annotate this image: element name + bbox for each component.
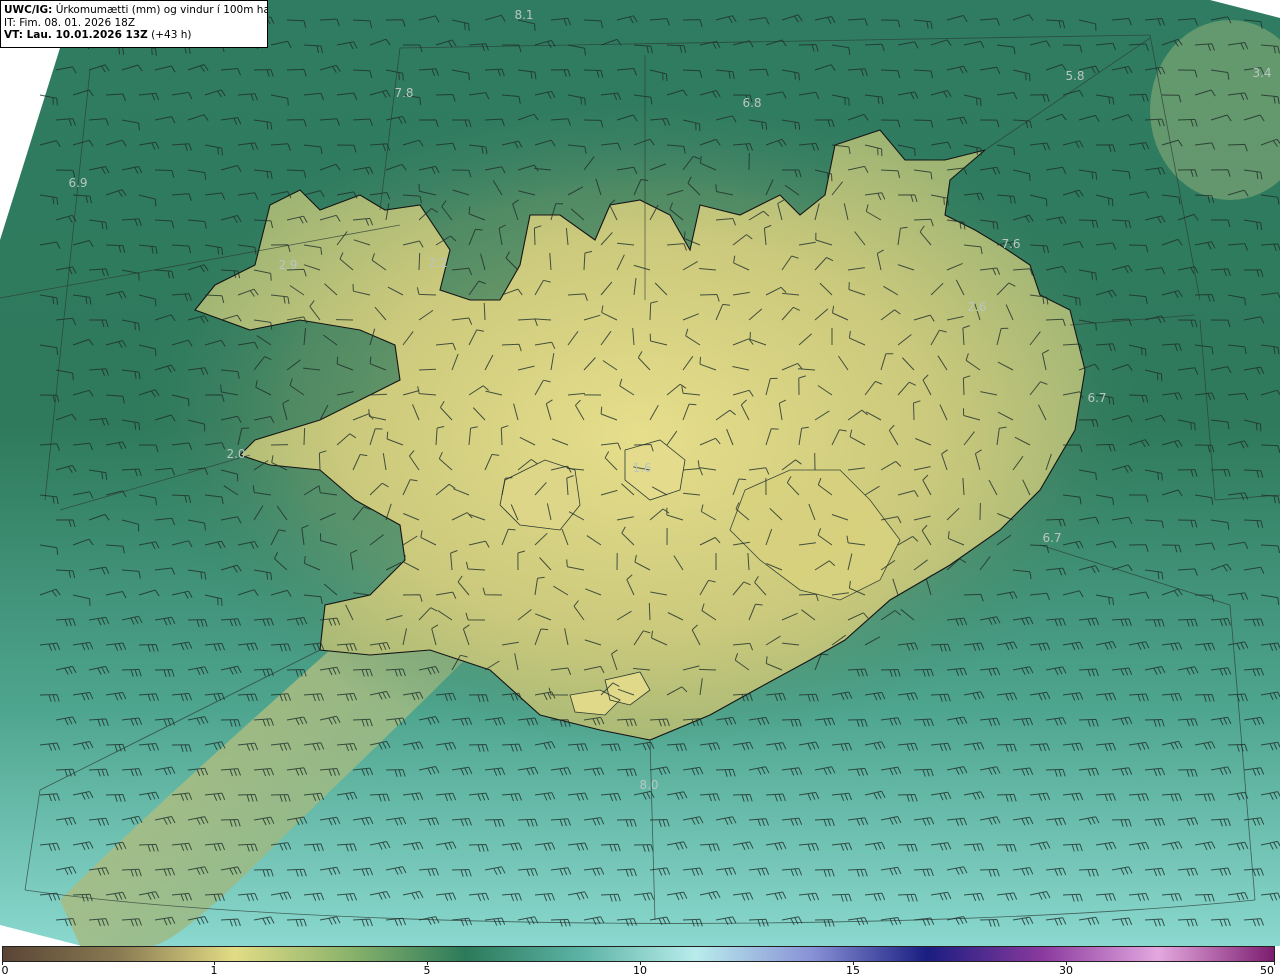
colorbar-label: 30 (1059, 964, 1073, 977)
map-value: 5.8 (1065, 69, 1085, 83)
map-value: 8.1 (514, 8, 534, 22)
map-value: 6.9 (68, 176, 88, 190)
map-value: 6.7 (1087, 391, 1107, 405)
forecast-info-box: UWC/IG: Úrkomumætti (mm) og vindur í 100… (0, 0, 268, 48)
valid-time: VT: Lau. 10.01.2026 13Z (4, 29, 148, 41)
valid-time-line: VT: Lau. 10.01.2026 13Z (+43 h) (4, 29, 264, 42)
map-viewer: 8.1 5.8 3.4 7.8 6.8 6.9 2.9 2.2 7.6 2.6 … (0, 0, 1280, 978)
map-title: Úrkomumætti (mm) og vindur í 100m hæð (55, 4, 268, 16)
map-value: 2.2 (428, 256, 448, 270)
map-value: 6.8 (742, 96, 762, 110)
colorbar-label: 50 (1260, 964, 1274, 977)
model-name: UWC/IG: (4, 4, 53, 16)
forecast-offset: (+43 h) (151, 29, 192, 41)
colorbar-label: 15 (846, 964, 860, 977)
map-value: 8.0 (639, 778, 659, 792)
map-value: 1.6 (632, 461, 652, 475)
wind-barb (303, 427, 306, 446)
colorbar-label: 1 (210, 964, 218, 977)
map-value: 2.0 (226, 447, 246, 461)
wind-barb (369, 393, 388, 396)
colorbar: 0 1 5 10 15 30 50 (0, 946, 1280, 978)
wind-barb (698, 668, 717, 671)
wind-barb (648, 602, 651, 621)
colorbar-tick (1274, 962, 1275, 965)
colorbar-label: 10 (633, 964, 647, 977)
title-line: UWC/IG: Úrkomumætti (mm) og vindur í 100… (4, 4, 267, 17)
map-value: 3.4 (1252, 66, 1272, 80)
colorbar-label: 0 (1, 964, 9, 977)
initial-time: IT: Fim. 08. 01. 2026 18Z (4, 16, 136, 29)
map-value: 7.6 (1001, 237, 1021, 251)
colorbar-strip (2, 946, 1275, 962)
colorbar-label: 5 (423, 964, 431, 977)
map-value: 6.7 (1042, 531, 1062, 545)
map-value: 2.6 (967, 300, 987, 314)
map-value: 7.8 (394, 86, 414, 100)
wind-barb (418, 252, 421, 271)
map-value: 2.9 (278, 258, 298, 272)
